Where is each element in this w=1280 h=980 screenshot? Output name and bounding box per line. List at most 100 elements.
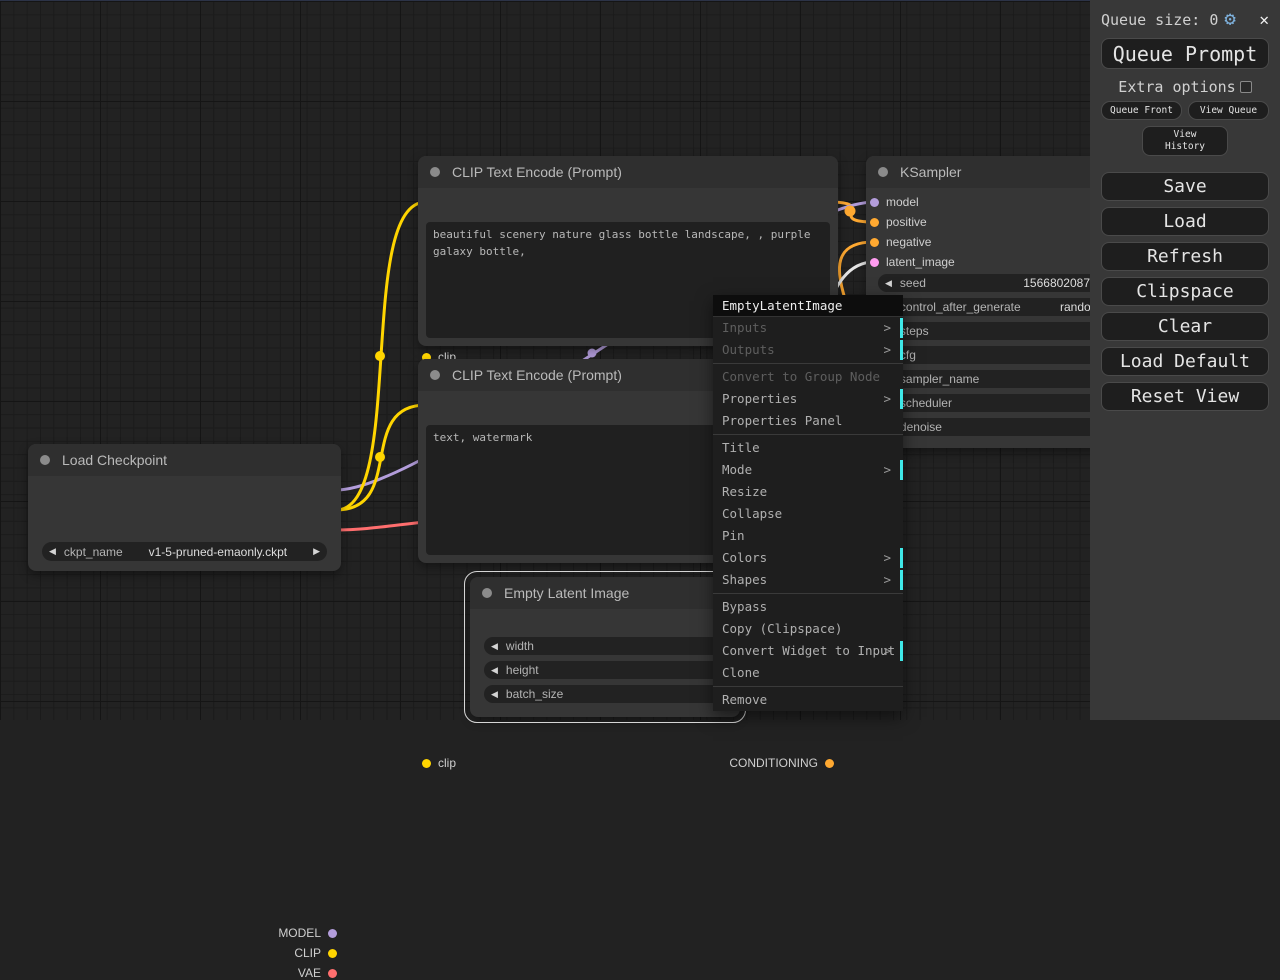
node-title-bar[interactable]: Load Checkpoint: [28, 444, 341, 476]
clear-button[interactable]: Clear: [1101, 312, 1269, 341]
submenu-arrow-icon: >: [883, 643, 891, 658]
node-title: KSampler: [900, 164, 962, 180]
submenu-arrow-icon: >: [883, 391, 891, 406]
submenu-arrow-icon: >: [883, 342, 891, 357]
prev-arrow-icon[interactable]: ◀: [491, 665, 498, 676]
node-context-menu: EmptyLatentImage Inputs > Outputs > Conv…: [713, 295, 903, 711]
prev-arrow-icon[interactable]: ◀: [885, 278, 892, 289]
menu-item-inputs: Inputs >: [713, 317, 903, 339]
extra-options-checkbox[interactable]: [1239, 81, 1252, 93]
submenu-accent-bar: [900, 340, 903, 360]
comfy-menu-panel: Queue size: 0 ⚙ ✕ Queue Prompt Extra opt…: [1090, 0, 1280, 720]
menu-item-pin[interactable]: Pin: [713, 525, 903, 547]
prev-arrow-icon[interactable]: ◀: [491, 641, 498, 652]
menu-item-properties-panel[interactable]: Properties Panel: [713, 410, 903, 432]
link-dot-clip-2: [375, 452, 385, 462]
queue-front-button[interactable]: Queue Front: [1101, 101, 1182, 120]
seed-widget[interactable]: ◀ seed 1566802087: [878, 274, 1126, 292]
node-title: Load Checkpoint: [62, 452, 168, 468]
submenu-accent-bar: [900, 548, 903, 568]
ckpt-name-value: v1-5-pruned-emaonly.ckpt: [148, 544, 288, 559]
save-button[interactable]: Save: [1101, 172, 1269, 201]
menu-item-colors[interactable]: Colors >: [713, 547, 903, 569]
cfg-widget[interactable]: ◀ cfg: [878, 346, 1126, 364]
input-model: model: [866, 195, 919, 209]
menu-item-mode[interactable]: Mode >: [713, 459, 903, 481]
input-clip: clip: [418, 756, 456, 770]
link-dot-model: [587, 348, 597, 358]
height-widget[interactable]: ◀ height: [484, 661, 726, 679]
submenu-arrow-icon: >: [883, 550, 891, 565]
collapse-dot[interactable]: [878, 167, 888, 177]
submenu-arrow-icon: >: [883, 320, 891, 335]
collapse-dot[interactable]: [430, 370, 440, 380]
collapse-dot[interactable]: [482, 588, 492, 598]
input-negative: negative: [866, 235, 931, 249]
prev-arrow-icon[interactable]: ◀: [49, 546, 56, 557]
model-port-icon[interactable]: [870, 197, 879, 207]
conditioning-port-icon[interactable]: [870, 217, 879, 227]
node-empty-latent-image[interactable]: Empty Latent Image ◀ width ◀ height ◀ ba…: [464, 571, 746, 723]
context-menu-title: EmptyLatentImage: [713, 295, 903, 317]
submenu-accent-bar: [900, 460, 903, 480]
steps-widget[interactable]: ◀ steps: [878, 322, 1126, 340]
node-load-checkpoint[interactable]: Load Checkpoint MODEL CLIP VAE ◀ ckpt_na…: [28, 444, 341, 980]
menu-item-title[interactable]: Title: [713, 437, 903, 459]
menu-item-remove[interactable]: Remove: [713, 689, 903, 711]
sampler-name-widget[interactable]: ◀ sampler_name: [878, 370, 1126, 388]
output-vae: VAE: [298, 966, 341, 980]
menu-item-copy-clipspace[interactable]: Copy (Clipspace): [713, 618, 903, 640]
node-title-bar[interactable]: CLIP Text Encode (Prompt): [418, 156, 838, 188]
menu-item-clone[interactable]: Clone: [713, 662, 903, 684]
menu-item-outputs: Outputs >: [713, 339, 903, 361]
menu-separator: [713, 434, 903, 435]
latent-port-icon[interactable]: [870, 257, 879, 267]
node-title: Empty Latent Image: [504, 585, 630, 601]
control-after-generate-widget[interactable]: ◀ control_after_generate randomize: [878, 298, 1126, 316]
refresh-button[interactable]: Refresh: [1101, 242, 1269, 271]
view-queue-button[interactable]: View Queue: [1188, 101, 1269, 120]
ckpt-name-widget[interactable]: ◀ ckpt_name v1-5-pruned-emaonly.ckpt ▶: [42, 542, 327, 561]
reset-view-button[interactable]: Reset View: [1101, 382, 1269, 411]
menu-item-shapes[interactable]: Shapes >: [713, 569, 903, 591]
seed-value: 1566802087: [1023, 276, 1090, 290]
menu-item-resize[interactable]: Resize: [713, 481, 903, 503]
node-title-bar[interactable]: Empty Latent Image: [470, 577, 740, 609]
menu-item-convert-widget-to-input[interactable]: Convert Widget to Input >: [713, 640, 903, 662]
node-title: CLIP Text Encode (Prompt): [452, 164, 622, 180]
node-graph-canvas[interactable]: CLIP Text Encode (Prompt) clip CONDITION…: [0, 0, 1280, 980]
menu-item-collapse[interactable]: Collapse: [713, 503, 903, 525]
menu-item-bypass[interactable]: Bypass: [713, 596, 903, 618]
prev-arrow-icon[interactable]: ◀: [491, 689, 498, 700]
view-history-button[interactable]: View History: [1142, 126, 1228, 156]
output-clip: CLIP: [294, 946, 341, 960]
submenu-accent-bar: [900, 389, 903, 409]
output-conditioning: CONDITIONING: [729, 756, 838, 770]
conditioning-port-icon[interactable]: [870, 237, 879, 247]
collapse-dot[interactable]: [430, 167, 440, 177]
model-port-icon[interactable]: [328, 928, 337, 938]
load-default-button[interactable]: Load Default: [1101, 347, 1269, 376]
menu-item-properties[interactable]: Properties >: [713, 388, 903, 410]
close-icon[interactable]: ✕: [1259, 10, 1269, 29]
clipspace-button[interactable]: Clipspace: [1101, 277, 1269, 306]
menu-separator: [713, 686, 903, 687]
denoise-widget[interactable]: ◀ denoise: [878, 418, 1126, 436]
load-button[interactable]: Load: [1101, 207, 1269, 236]
submenu-arrow-icon: >: [883, 462, 891, 477]
menu-item-convert-to-group-node: Convert to Group Node: [722, 369, 881, 384]
input-latent-image: latent_image: [866, 255, 955, 269]
width-widget[interactable]: ◀ width: [484, 637, 726, 655]
clip-port-icon[interactable]: [422, 758, 431, 768]
queue-prompt-button[interactable]: Queue Prompt: [1101, 38, 1269, 69]
submenu-accent-bar: [900, 570, 903, 590]
scheduler-widget[interactable]: ◀ scheduler: [878, 394, 1126, 412]
batch-size-widget[interactable]: ◀ batch_size: [484, 685, 726, 703]
submenu-accent-bar: [900, 641, 903, 661]
next-arrow-icon[interactable]: ▶: [313, 546, 320, 557]
collapse-dot[interactable]: [40, 455, 50, 465]
settings-gear-icon[interactable]: ⚙: [1224, 10, 1235, 29]
clip-port-icon[interactable]: [328, 948, 337, 958]
vae-port-icon[interactable]: [328, 968, 337, 978]
conditioning-port-icon[interactable]: [825, 758, 834, 768]
